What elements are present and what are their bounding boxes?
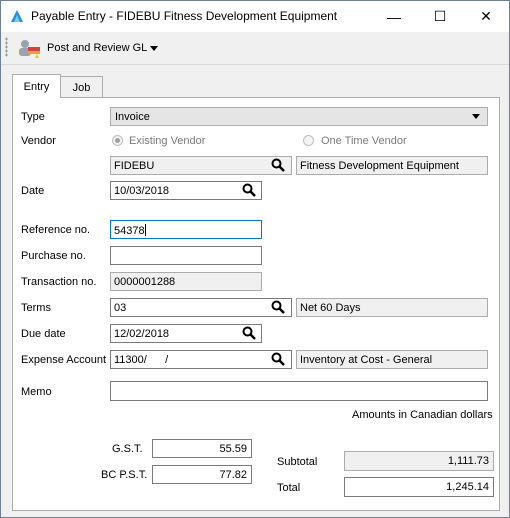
vendor-search-icon[interactable] xyxy=(271,158,285,172)
toolbar-grip[interactable] xyxy=(5,37,8,57)
type-label: Type xyxy=(21,111,45,123)
existing-vendor-radio[interactable] xyxy=(112,135,123,146)
window-title: Payable Entry - FIDEBU Fitness Developme… xyxy=(31,9,338,23)
memo-field[interactable] xyxy=(110,381,488,401)
currency-note: Amounts in Canadian dollars xyxy=(352,409,493,421)
tab-job[interactable]: Job xyxy=(60,76,103,98)
type-value: Invoice xyxy=(115,111,150,123)
terms-field[interactable]: 03 xyxy=(110,298,292,317)
due-date-label: Due date xyxy=(21,328,66,340)
date-label: Date xyxy=(21,185,45,197)
total-field: 1,245.14 xyxy=(344,477,494,497)
close-icon: ✕ xyxy=(480,8,492,24)
text-caret xyxy=(144,224,146,236)
post-review-gl-icon xyxy=(19,40,40,58)
payable-entry-window: Payable Entry - FIDEBU Fitness Developme… xyxy=(0,0,510,518)
app-icon xyxy=(11,10,23,22)
vendor-name-field: Fitness Development Equipment xyxy=(296,156,488,175)
toolbar: Post and Review GL xyxy=(1,32,509,65)
post-and-review-gl-label: Post and Review GL xyxy=(47,42,148,54)
total-label: Total xyxy=(277,482,301,494)
minimize-button[interactable]: — xyxy=(371,1,417,32)
gst-label: G.S.T. xyxy=(112,443,143,455)
date-search-icon[interactable] xyxy=(242,183,256,197)
tab-job-label: Job xyxy=(72,81,91,94)
purchase-field[interactable] xyxy=(110,246,262,265)
gst-field[interactable]: 55.59 xyxy=(152,439,252,458)
tab-entry[interactable]: Entry xyxy=(12,74,61,98)
post-dropdown-icon[interactable] xyxy=(150,46,158,51)
expense-account-label: Expense Account xyxy=(21,354,107,366)
pst-field[interactable]: 77.82 xyxy=(152,465,252,484)
maximize-button[interactable]: ☐ xyxy=(417,1,463,32)
reference-field[interactable]: 54378 xyxy=(110,220,262,239)
expense-account-description-field: Inventory at Cost - General xyxy=(296,350,488,369)
post-and-review-gl-button[interactable]: Post and Review GL xyxy=(17,37,147,59)
terms-label: Terms xyxy=(21,302,51,314)
purchase-label: Purchase no. xyxy=(21,250,86,262)
terms-description-field: Net 60 Days xyxy=(296,298,488,317)
due-date-search-icon[interactable] xyxy=(242,326,256,340)
expense-account-field[interactable]: 11300/ / xyxy=(110,350,292,369)
transaction-field: 0000001288 xyxy=(110,272,262,291)
title-bar: Payable Entry - FIDEBU Fitness Developme… xyxy=(1,1,509,32)
one-time-vendor-label: One Time Vendor xyxy=(321,135,407,147)
vendor-code-field[interactable]: FIDEBU xyxy=(110,156,292,175)
expense-account-search-icon[interactable] xyxy=(271,352,285,366)
chevron-down-icon xyxy=(472,114,480,119)
tab-entry-label: Entry xyxy=(23,80,50,93)
transaction-label: Transaction no. xyxy=(21,276,97,288)
maximize-icon: ☐ xyxy=(433,8,447,24)
existing-vendor-label: Existing Vendor xyxy=(129,135,206,147)
date-field[interactable]: 10/03/2018 xyxy=(110,181,262,200)
reference-label: Reference no. xyxy=(21,224,91,236)
memo-label: Memo xyxy=(21,386,52,398)
one-time-vendor-radio[interactable] xyxy=(303,135,314,146)
pst-label: BC P.S.T. xyxy=(101,469,148,481)
subtotal-label: Subtotal xyxy=(277,456,318,468)
subtotal-field: 1,111.73 xyxy=(344,451,494,471)
due-date-field[interactable]: 12/02/2018 xyxy=(110,324,262,343)
close-button[interactable]: ✕ xyxy=(463,1,509,32)
vendor-label: Vendor xyxy=(21,135,56,147)
minimize-icon: — xyxy=(387,8,401,25)
type-select[interactable]: Invoice xyxy=(110,107,488,126)
terms-search-icon[interactable] xyxy=(271,300,285,314)
reference-value: 54378 xyxy=(114,225,145,237)
